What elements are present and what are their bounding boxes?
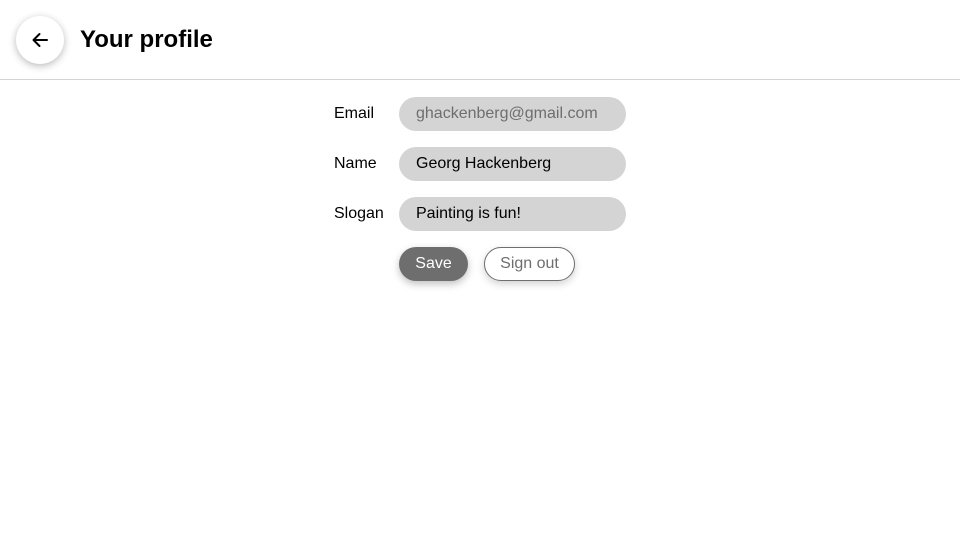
sign-out-button[interactable]: Sign out bbox=[484, 247, 575, 281]
name-row: Name bbox=[334, 147, 634, 181]
slogan-field[interactable] bbox=[399, 197, 626, 231]
name-field[interactable] bbox=[399, 147, 626, 181]
top-bar: Your profile bbox=[0, 0, 960, 80]
save-button[interactable]: Save bbox=[399, 247, 468, 281]
arrow-left-icon bbox=[32, 33, 48, 47]
back-button[interactable] bbox=[16, 16, 64, 64]
profile-form: Email Name Slogan Save Sign out bbox=[334, 97, 634, 281]
email-label: Email bbox=[334, 105, 375, 122]
slogan-label: Slogan bbox=[334, 205, 384, 222]
email-field[interactable] bbox=[399, 97, 626, 131]
email-row: Email bbox=[334, 97, 634, 131]
slogan-row: Slogan bbox=[334, 197, 634, 231]
name-label: Name bbox=[334, 155, 377, 172]
page-title: Your profile bbox=[80, 26, 213, 53]
form-actions: Save Sign out bbox=[334, 247, 634, 281]
